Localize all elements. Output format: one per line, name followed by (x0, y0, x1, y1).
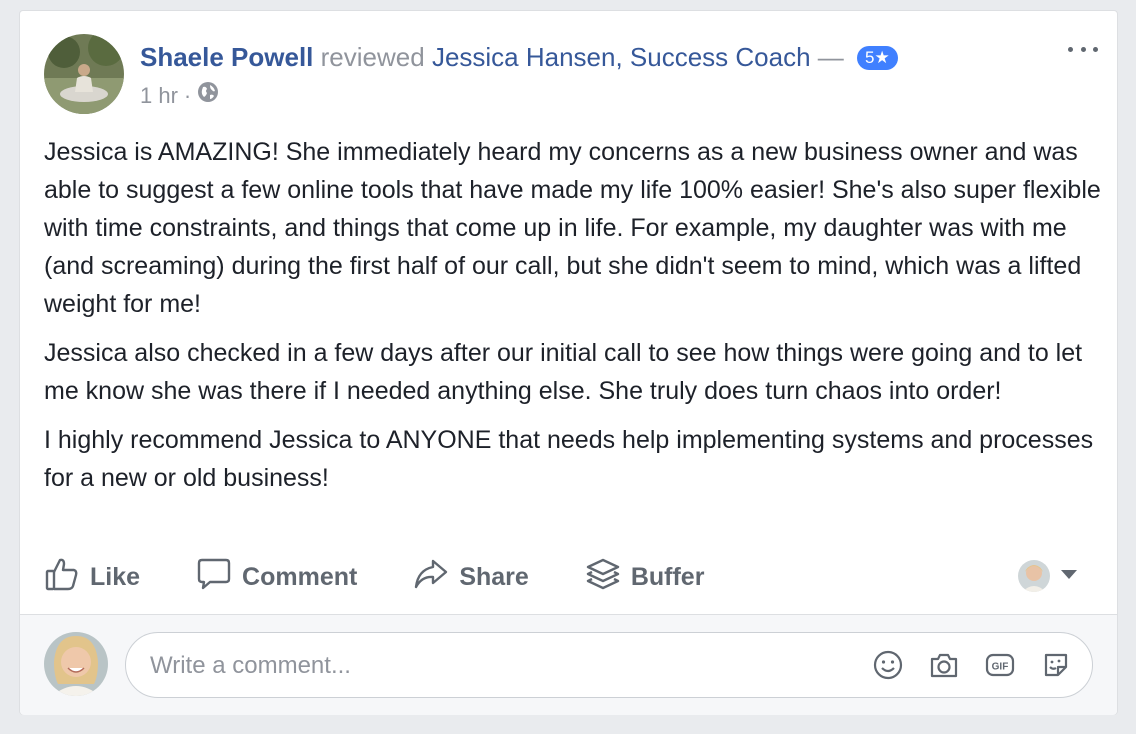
post-as-selector[interactable] (1018, 560, 1078, 592)
buffer-label: Buffer (630, 562, 705, 591)
camera-icon[interactable] (928, 649, 960, 681)
gif-icon[interactable]: GIF (984, 649, 1016, 681)
like-label: Like (90, 562, 141, 591)
viewer-avatar (1018, 560, 1050, 592)
share-label: Share (459, 562, 529, 591)
review-verb: reviewed (320, 42, 425, 72)
caret-down-icon (1060, 567, 1078, 585)
buffer-button[interactable]: Buffer (585, 556, 705, 599)
comment-input-box[interactable]: GIF (125, 632, 1093, 698)
reviewed-page-link[interactable]: Jessica Hansen, Success Coach (432, 42, 811, 72)
globe-icon[interactable] (197, 81, 219, 110)
rating-badge: 5★ (857, 46, 898, 70)
comment-input[interactable] (148, 649, 832, 683)
header-dash: — (817, 42, 844, 72)
comment-label: Comment (242, 562, 358, 591)
share-arrow-icon (413, 556, 459, 599)
commenter-avatar (44, 632, 108, 696)
comment-bubble-icon (196, 556, 242, 599)
thumbs-up-icon (44, 556, 90, 599)
review-paragraph-1: Jessica is AMAZING! She immediately hear… (44, 138, 1101, 318)
like-button[interactable]: Like (44, 556, 140, 599)
sticker-icon[interactable] (1040, 649, 1072, 681)
svg-text:GIF: GIF (992, 662, 1009, 673)
comment-button[interactable]: Comment (196, 556, 357, 599)
emoji-icon[interactable] (872, 649, 904, 681)
post-header: Shaele Powell reviewed Jessica Hansen, S… (140, 41, 898, 73)
review-paragraph-2: Jessica also checked in a few days after… (44, 339, 1083, 405)
review-paragraph-3: I highly recommend Jessica to ANYONE tha… (44, 426, 1094, 492)
comment-tools: GIF (848, 649, 1072, 681)
more-options-icon[interactable] (1068, 39, 1098, 59)
review-post-card: Shaele Powell reviewed Jessica Hansen, S… (19, 10, 1118, 715)
post-actions-bar: Like Comment Share Buffer (44, 555, 1084, 599)
author-avatar[interactable] (44, 34, 124, 114)
comment-composer: GIF (20, 615, 1117, 715)
buffer-layers-icon (585, 556, 631, 599)
meta-separator: · (183, 82, 192, 108)
post-meta: 1 hr · (140, 81, 219, 110)
share-button[interactable]: Share (413, 556, 529, 599)
author-name-link[interactable]: Shaele Powell (140, 42, 313, 72)
review-text: Jessica is AMAZING! She immediately hear… (44, 133, 1104, 508)
post-timestamp[interactable]: 1 hr (140, 82, 178, 110)
